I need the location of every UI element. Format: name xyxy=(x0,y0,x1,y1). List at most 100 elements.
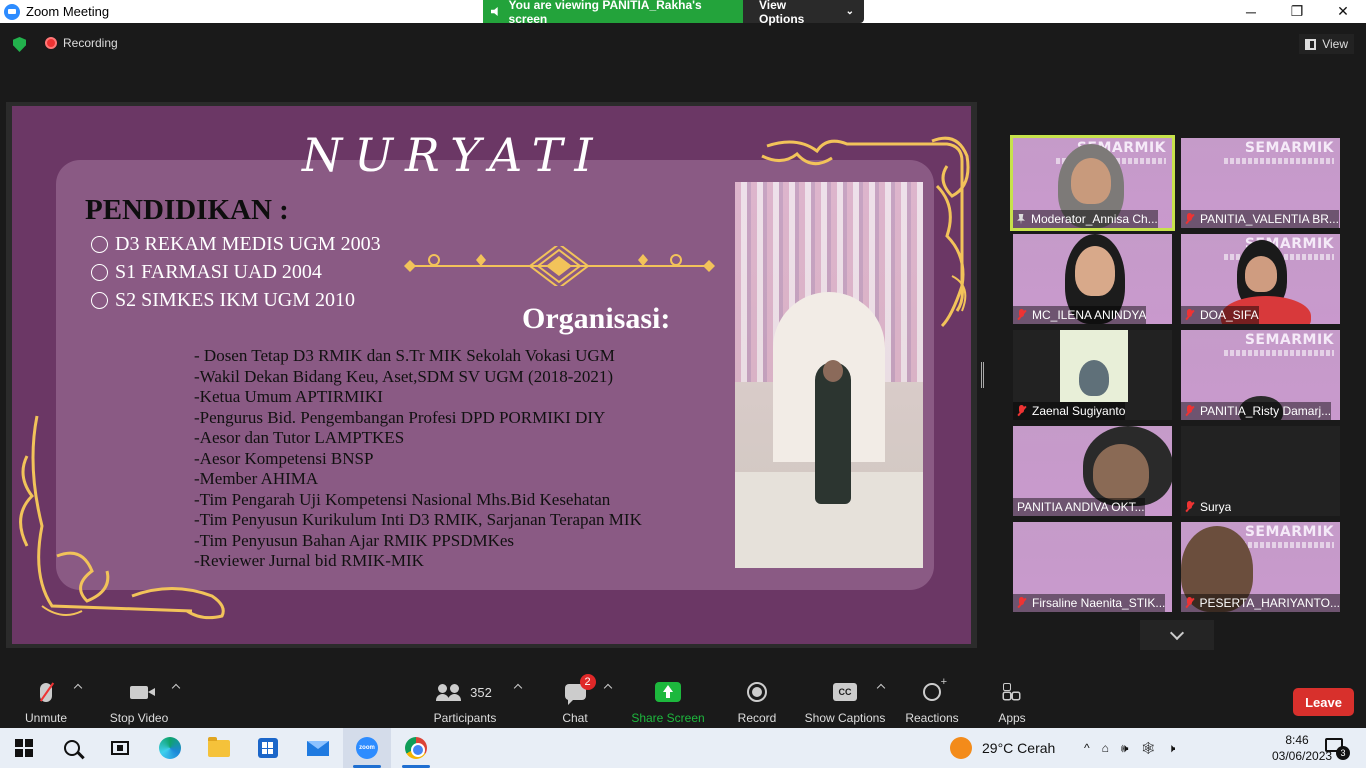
record-button[interactable]: Record xyxy=(737,678,777,725)
participants-button[interactable]: 352 Participants xyxy=(432,678,498,725)
participants-options-caret[interactable] xyxy=(513,683,523,693)
list-item: -Aesor dan Tutor LAMPTKES xyxy=(194,428,405,447)
stop-video-button[interactable]: Stop Video xyxy=(106,678,172,725)
video-tile[interactable]: PANITIA ANDIVA OKT... xyxy=(1013,426,1172,516)
taskbar-edge[interactable] xyxy=(146,728,194,768)
tray-app-icon[interactable]: ⌂ xyxy=(1102,741,1109,755)
tray-volume-icon[interactable]: 🕨 xyxy=(1168,741,1176,756)
video-options-caret[interactable] xyxy=(171,683,181,693)
tray-speaker-icon[interactable]: 🕪 xyxy=(1121,741,1129,756)
chat-unread-badge: 2 xyxy=(579,674,596,690)
taskbar-chrome[interactable] xyxy=(392,728,440,768)
video-tile[interactable]: SEMARMIK PANITIA_VALENTIA BR... xyxy=(1181,138,1340,228)
bullet-circle-icon xyxy=(91,291,108,309)
view-layout-button[interactable]: View xyxy=(1299,34,1354,54)
close-button[interactable]: ✕ xyxy=(1320,0,1366,23)
list-item: -Ketua Umum APTIRMIKI xyxy=(194,387,383,406)
edge-browser-icon xyxy=(159,737,181,759)
brand-text: SEMARMIK xyxy=(1244,524,1334,540)
chat-options-caret[interactable] xyxy=(603,683,613,693)
speaker-photo xyxy=(735,182,923,568)
participant-name-label: PANITIA_VALENTIA BR... xyxy=(1181,210,1339,228)
viewing-status: You are viewing PANITIA_Rakha's screen xyxy=(483,0,743,26)
participant-face xyxy=(1079,360,1109,396)
show-captions-button[interactable]: CC Show Captions xyxy=(805,678,885,725)
taskbar-clock[interactable]: 8:46 03/06/2023 xyxy=(1272,732,1333,764)
shared-screen[interactable]: NURYATI PENDIDIKAN : D3 REKAM MEDIS UGM … xyxy=(6,102,977,648)
participant-name-label: DOA_SIFA xyxy=(1181,306,1259,324)
participant-name-label: PANITIA ANDIVA OKT... xyxy=(1013,498,1145,516)
participant-name-label: PESERTA_HARIYANTO... xyxy=(1181,594,1340,612)
record-icon xyxy=(747,682,767,702)
share-screen-button[interactable]: Share Screen xyxy=(631,678,705,725)
gallery-next-page-button[interactable] xyxy=(1140,620,1214,650)
minimize-button[interactable]: ─ xyxy=(1228,0,1274,23)
unmute-button[interactable]: Unmute xyxy=(20,678,72,725)
taskbar-mail[interactable] xyxy=(294,728,342,768)
panel-resize-handle[interactable] xyxy=(981,362,984,388)
zoom-app-icon: zoom xyxy=(356,737,378,759)
video-tile[interactable]: SEMARMIK PESERTA_HARIYANTO... xyxy=(1181,522,1340,612)
search-icon xyxy=(64,740,80,756)
start-button[interactable] xyxy=(0,728,48,768)
reactions-button[interactable]: Reactions xyxy=(905,676,959,725)
recording-indicator[interactable]: Recording xyxy=(45,36,118,50)
muted-mic-icon xyxy=(1017,309,1026,321)
participants-icon xyxy=(436,683,462,701)
view-options-button[interactable]: View Options ⌄ xyxy=(743,0,864,26)
restore-button[interactable]: ❐ xyxy=(1274,0,1320,23)
leave-meeting-button[interactable]: Leave xyxy=(1293,688,1354,716)
windows-taskbar: zoom 29°C Cerah ^ ⌂ 🕪 🕸 🕨 8:46 03/06/202… xyxy=(0,728,1366,768)
task-view-button[interactable] xyxy=(96,728,144,768)
task-view-icon xyxy=(111,741,129,755)
recording-dot-icon xyxy=(45,37,57,49)
photo-person xyxy=(815,362,851,504)
taskbar-store[interactable] xyxy=(244,728,292,768)
pin-icon xyxy=(1017,213,1025,225)
meeting-toolbar: Unmute Stop Video 352 Participants 2 Cha… xyxy=(0,673,1366,728)
view-options-label: View Options xyxy=(759,0,805,26)
presentation-slide: NURYATI PENDIDIKAN : D3 REKAM MEDIS UGM … xyxy=(12,106,971,644)
video-tile[interactable]: Surya xyxy=(1181,426,1340,516)
list-item: -Tim Penyusun Bahan Ajar RMIK PPSDMKes xyxy=(194,530,515,550)
clock-time: 8:46 xyxy=(1285,733,1309,747)
participants-count: 352 xyxy=(470,684,492,700)
search-button[interactable] xyxy=(48,728,96,768)
tray-overflow-icon[interactable]: ^ xyxy=(1084,741,1090,755)
brand-subtitle xyxy=(1224,158,1334,164)
taskbar-file-explorer[interactable] xyxy=(195,728,243,768)
participant-name-label: Moderator_Annisa Ch... xyxy=(1013,210,1158,228)
layout-icon xyxy=(1305,38,1317,50)
notification-count: 3 xyxy=(1336,746,1350,760)
view-label: View xyxy=(1322,37,1348,51)
clock-date: 03/06/2023 xyxy=(1272,749,1333,763)
participant-name-label: PANITIA_Risty Damarj... xyxy=(1181,402,1332,420)
video-camera-icon xyxy=(130,685,148,699)
video-tile[interactable]: MC_ILENA ANINDYA xyxy=(1013,234,1172,324)
video-tile[interactable]: SEMARMIK DOA_SIFA xyxy=(1181,234,1340,324)
brand-subtitle xyxy=(1224,350,1334,356)
notification-center-button[interactable]: 3 xyxy=(1322,736,1350,760)
tray-network-icon[interactable]: 🕸 xyxy=(1140,741,1155,755)
weather-sun-icon xyxy=(950,737,972,759)
video-tile[interactable]: SEMARMIK PANITIA_Risty Damarj... xyxy=(1181,330,1340,420)
list-item: - Dosen Tetap D3 RMIK dan S.Tr MIK Sekol… xyxy=(194,346,615,365)
weather-text: 29°C Cerah xyxy=(982,740,1056,756)
list-item: S2 SIMKES IKM UGM 2010 xyxy=(91,286,381,314)
brand-text: SEMARMIK xyxy=(1244,140,1334,156)
video-tile[interactable]: SEMARMIK Moderator_Annisa Ch... xyxy=(1010,135,1175,231)
meeting-top-bar: Recording View xyxy=(0,23,1366,63)
apps-button[interactable]: Apps xyxy=(996,678,1028,725)
video-tile[interactable]: Zaenal Sugiyanto xyxy=(1013,330,1172,420)
weather-widget[interactable]: 29°C Cerah xyxy=(950,728,1055,768)
taskbar-zoom[interactable]: zoom xyxy=(343,728,391,768)
photo-head xyxy=(823,360,843,382)
muted-mic-icon xyxy=(1185,213,1194,225)
participant-name-label: Surya xyxy=(1181,498,1231,516)
chat-button[interactable]: 2 Chat xyxy=(560,674,596,725)
video-tile[interactable]: Firsaline Naenita_STIK... xyxy=(1013,522,1172,612)
mail-icon xyxy=(307,740,329,756)
muted-mic-icon xyxy=(1017,597,1026,609)
audio-options-caret[interactable] xyxy=(73,683,83,693)
encryption-shield-icon[interactable] xyxy=(13,37,26,52)
